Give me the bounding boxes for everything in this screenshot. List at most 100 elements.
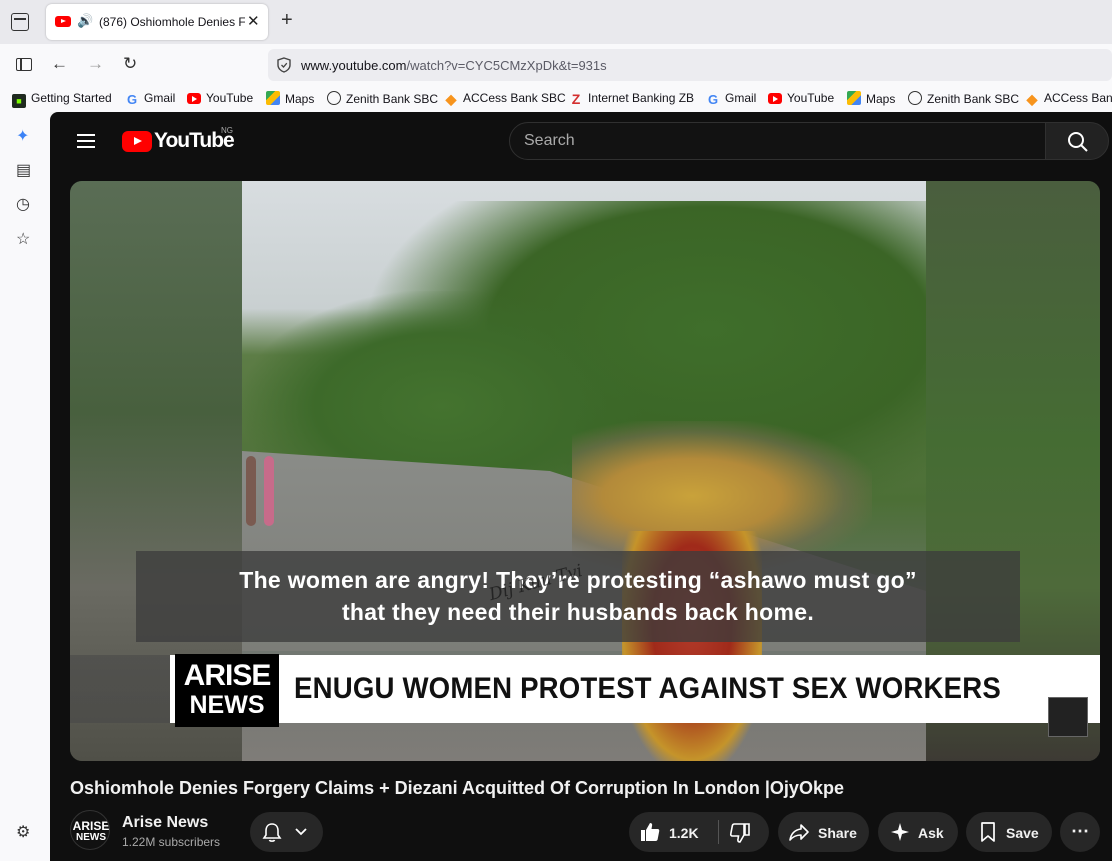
save-label: Save	[1006, 825, 1039, 841]
subscriber-count: 1.22M subscribers	[122, 835, 221, 849]
globe-icon	[908, 91, 922, 105]
back-arrow-icon[interactable]: ←	[51, 54, 68, 74]
youtube-icon	[768, 93, 782, 104]
like-button[interactable]: 1.2K	[629, 812, 717, 852]
bookmark-label: Internet Banking ZB	[588, 91, 695, 105]
ai-sparkle-icon[interactable]: ✦	[16, 126, 29, 146]
bookmark-access-bank-2[interactable]: ◆ ACCess Bank	[1025, 91, 1112, 106]
bookmark-label: YouTube	[206, 91, 254, 105]
bookmark-zenith-bank[interactable]: Zenith Bank SBC	[327, 91, 438, 106]
maps-icon	[847, 91, 861, 105]
like-count: 1.2K	[669, 825, 699, 841]
synced-tabs-icon[interactable]: ▤	[16, 160, 31, 180]
tab-list-icon[interactable]	[11, 13, 29, 31]
sparkle-icon	[891, 823, 909, 841]
bookmark-gmail[interactable]: G Gmail	[125, 91, 175, 107]
share-button[interactable]: Share	[778, 812, 869, 852]
share-label: Share	[818, 825, 857, 841]
bookmark-label: Gmail	[725, 91, 757, 105]
bookmark-youtube-2[interactable]: YouTube	[768, 91, 834, 105]
search-box	[509, 122, 1047, 160]
bookmark-internet-banking-zb[interactable]: Z Internet Banking ZB	[569, 91, 694, 106]
save-button[interactable]: Save	[966, 812, 1052, 852]
bookmark-label: Getting Started	[31, 91, 112, 105]
bookmark-gmail-2[interactable]: G Gmail	[706, 91, 756, 107]
url-path: /watch?v=CYC5CMzXpDk&t=931s	[406, 58, 607, 73]
country-code: NG	[221, 126, 233, 135]
navigation-bar: ← → ↻ www.youtube.com/watch?v=CYC5CMzXpD…	[0, 44, 1112, 86]
more-horizontal-icon: ⋯	[1071, 821, 1089, 841]
news-headline: ENUGU WOMEN PROTEST AGAINST SEX WORKERS	[294, 672, 1001, 705]
video-player[interactable]: The women are angry! They’re protesting …	[70, 181, 1100, 761]
bookmark-icon	[981, 822, 995, 842]
channel-avatar[interactable]: ARISE NEWS	[70, 810, 110, 850]
maps-icon	[266, 91, 280, 105]
share-arrow-icon	[789, 824, 809, 841]
logo-line-2: NEWS	[189, 691, 265, 719]
search-icon	[1068, 132, 1088, 152]
avatar-line-1: ARISE	[72, 819, 110, 833]
google-icon: G	[126, 92, 138, 107]
dislike-button[interactable]	[719, 812, 769, 852]
news-lower-third: ARISE NEWS ENUGU WOMEN PROTEST AGAINST S…	[70, 654, 1100, 727]
tab-youtube[interactable]: 🔊 (876) Oshiomhole Denies Forgery Claims…	[46, 4, 268, 40]
getting-started-icon: ■	[12, 94, 26, 108]
youtube-logo-icon[interactable]	[122, 131, 152, 152]
bookmark-label: Maps	[285, 92, 315, 106]
browser-sidebar: ✦ ▤ ◷ ☆ ⚙	[0, 112, 50, 861]
tab-strip: 🔊 (876) Oshiomhole Denies Forgery Claims…	[0, 0, 1112, 44]
bookmark-label: Maps	[866, 92, 896, 106]
ask-button[interactable]: Ask	[878, 812, 958, 852]
bookmark-zenith-bank-2[interactable]: Zenith Bank SBC	[908, 91, 1019, 106]
new-tab-button[interactable]: +	[281, 9, 293, 32]
close-tab-icon[interactable]: ✕	[247, 12, 260, 30]
bookmark-label: Zenith Bank SBC	[346, 92, 439, 106]
avatar-line-2: NEWS	[76, 832, 106, 843]
bookmarks-star-icon[interactable]: ☆	[16, 229, 30, 249]
bookmark-getting-started[interactable]: ■ Getting Started	[12, 91, 112, 108]
reload-icon[interactable]: ↻	[123, 54, 137, 74]
bookmark-maps-2[interactable]: Maps	[847, 91, 895, 106]
url-domain: www.youtube.com	[301, 58, 407, 73]
youtube-page: YouTube NG The women are angry! They’re …	[50, 112, 1112, 861]
bookmarks-bar: ■ Getting Started G Gmail YouTube Maps Zen…	[0, 86, 1112, 112]
video-title: Oshiomhole Denies Forgery Claims + Dieza…	[70, 778, 844, 798]
bookmark-label: Gmail	[144, 91, 176, 105]
zenith-z-icon: Z	[571, 91, 581, 107]
settings-gear-icon[interactable]: ⚙	[16, 822, 30, 842]
access-bank-icon: ◆	[445, 91, 457, 107]
more-actions-button[interactable]: ⋯	[1060, 812, 1100, 852]
sidebar-toggle-icon[interactable]	[16, 58, 32, 71]
shield-icon[interactable]	[277, 57, 291, 73]
tab-title: (876) Oshiomhole Denies Forgery Claims +…	[99, 15, 245, 29]
search-input[interactable]	[524, 132, 1024, 150]
youtube-favicon-icon	[55, 16, 71, 27]
ask-label: Ask	[918, 825, 944, 841]
channel-name[interactable]: Arise News	[122, 814, 208, 832]
bookmark-label: ACCess Bank	[1044, 91, 1112, 105]
like-dislike-group: 1.2K	[629, 812, 769, 852]
arise-news-logo: ARISE NEWS	[175, 654, 279, 727]
bookmark-label: YouTube	[787, 91, 835, 105]
globe-icon	[327, 91, 341, 105]
bookmark-access-bank[interactable]: ◆ ACCess Bank SBC	[444, 91, 566, 106]
forward-arrow-icon[interactable]: →	[87, 54, 104, 74]
bookmark-label: Zenith Bank SBC	[927, 92, 1020, 106]
url-text: www.youtube.com/watch?v=CYC5CMzXpDk&t=93…	[301, 58, 607, 73]
history-icon[interactable]: ◷	[16, 194, 30, 214]
menu-icon[interactable]	[77, 134, 95, 148]
subtitle-line-2: that they need their husbands back home.	[341, 599, 815, 625]
search-button[interactable]	[1045, 122, 1109, 160]
notifications-button[interactable]	[250, 812, 323, 852]
channel-watermark-icon[interactable]	[1048, 697, 1088, 737]
speaker-icon[interactable]: 🔊	[77, 13, 93, 29]
address-bar[interactable]: www.youtube.com/watch?v=CYC5CMzXpDk&t=93…	[268, 49, 1112, 81]
thumbs-down-icon	[729, 823, 750, 843]
thumbs-up-icon	[641, 823, 660, 841]
google-icon: G	[707, 92, 719, 107]
bookmark-maps[interactable]: Maps	[266, 91, 314, 106]
access-bank-icon: ◆	[1026, 91, 1038, 107]
chevron-down-icon	[295, 828, 307, 836]
bookmark-youtube[interactable]: YouTube	[187, 91, 253, 105]
bell-icon	[262, 823, 282, 842]
